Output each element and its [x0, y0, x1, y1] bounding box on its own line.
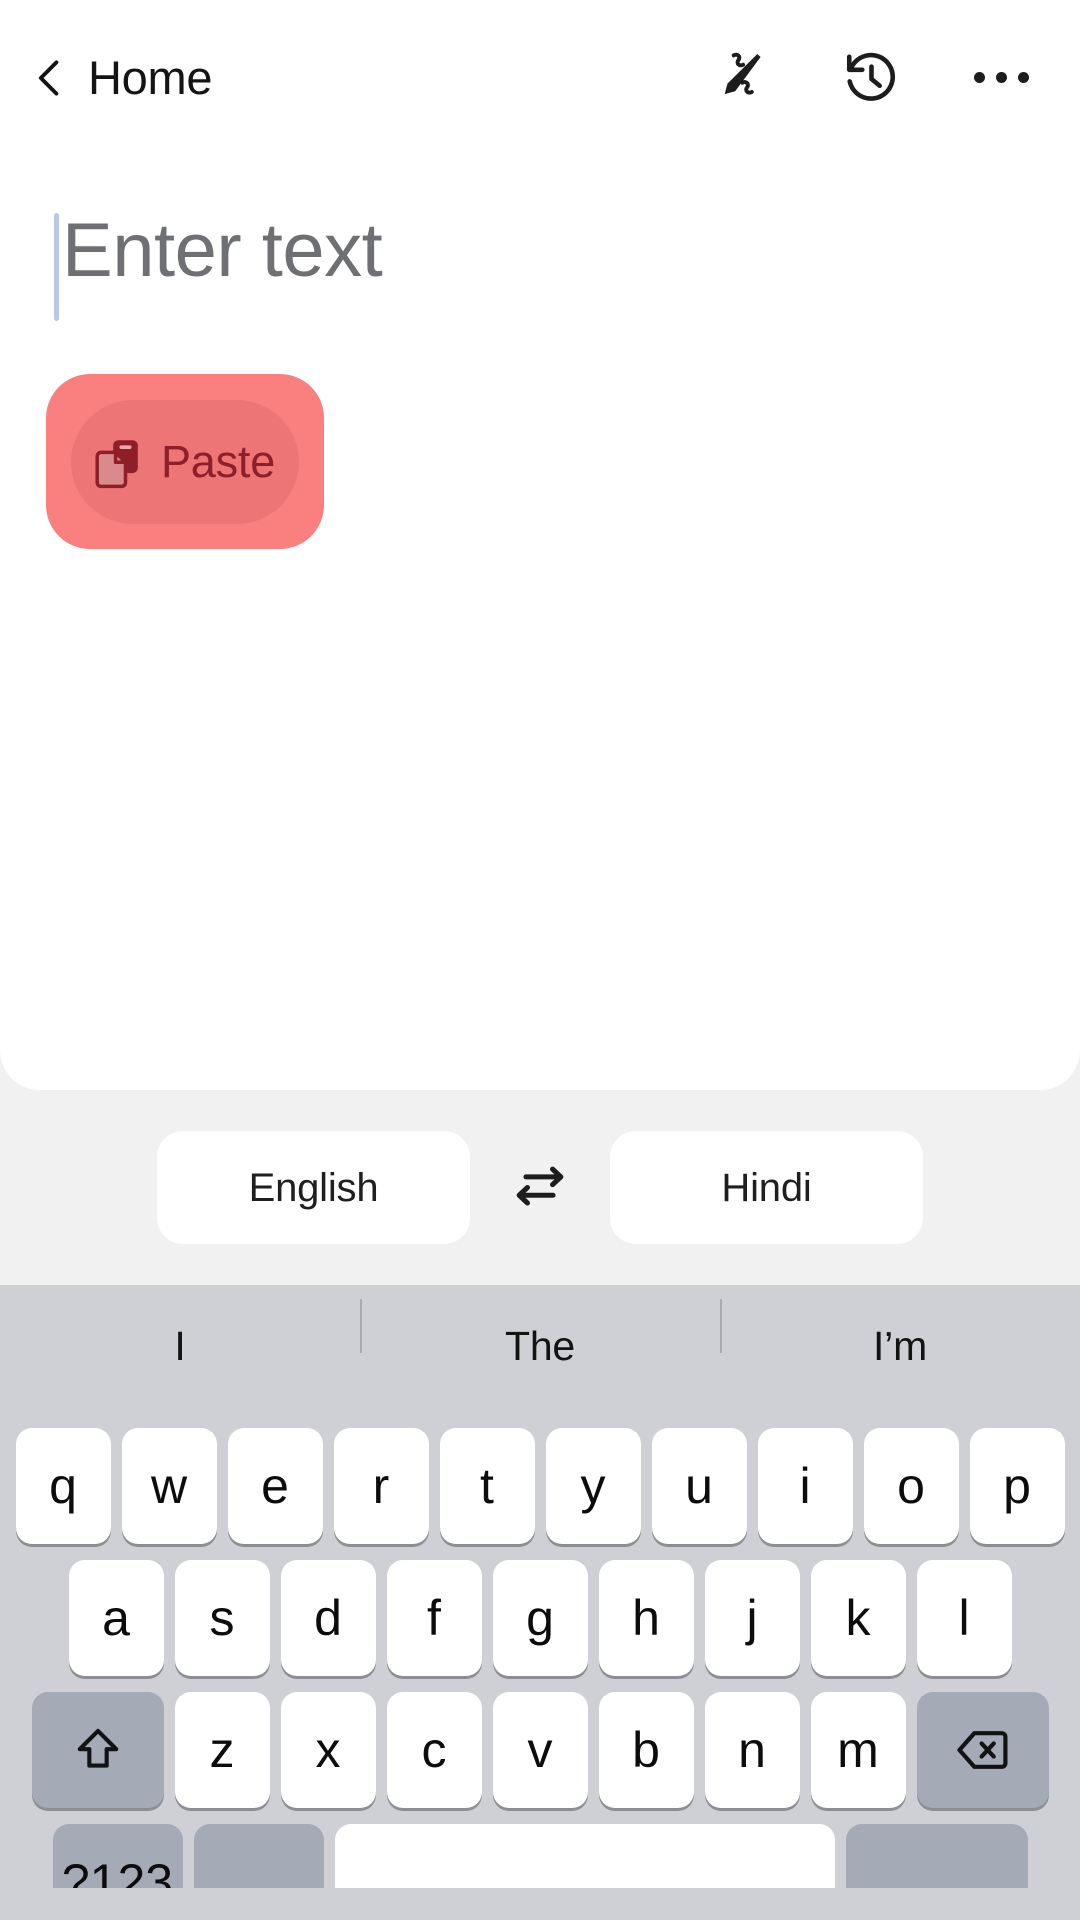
- key-v[interactable]: v: [492, 1692, 588, 1808]
- key-m[interactable]: m: [810, 1692, 906, 1808]
- key-d[interactable]: d: [280, 1560, 376, 1676]
- key-o[interactable]: o: [863, 1428, 959, 1544]
- on-screen-keyboard: I The I’m q w e r t y u i o p a s d f g …: [0, 1285, 1080, 1920]
- key-z[interactable]: z: [174, 1692, 270, 1808]
- key-f[interactable]: f: [386, 1560, 482, 1676]
- suggestion-item[interactable]: I: [0, 1326, 360, 1367]
- shift-up-arrow-icon: [77, 1728, 118, 1768]
- keyboard-row-4: ?123: [0, 1824, 1080, 1888]
- suggestion-strip: I The I’m: [0, 1285, 1080, 1408]
- text-input-area[interactable]: Enter text: [0, 155, 1080, 321]
- keyboard-row-1: q w e r t y u i o p: [0, 1428, 1080, 1544]
- paste-button-wrapper: Paste: [0, 321, 1080, 549]
- key-j[interactable]: j: [704, 1560, 800, 1676]
- translate-app-screen: Home Enter text Paste English Hindi I Th…: [0, 0, 1080, 1920]
- key-k[interactable]: k: [810, 1560, 906, 1676]
- more-options-icon: [995, 72, 1007, 83]
- app-header: Home: [0, 0, 1080, 155]
- backspace-icon: [956, 1731, 1007, 1769]
- key-l[interactable]: l: [916, 1560, 1012, 1676]
- swap-languages-button[interactable]: [470, 1131, 610, 1244]
- key-b[interactable]: b: [598, 1692, 694, 1808]
- enter-key[interactable]: [845, 1824, 1028, 1888]
- magic-wand-icon: [724, 52, 761, 95]
- key-i[interactable]: i: [757, 1428, 853, 1544]
- shift-key[interactable]: [31, 1692, 164, 1808]
- key-x[interactable]: x: [280, 1692, 376, 1808]
- header-actions: [712, 49, 1030, 107]
- backspace-key[interactable]: [916, 1692, 1049, 1808]
- paste-button[interactable]: Paste: [46, 374, 324, 549]
- key-h[interactable]: h: [598, 1560, 694, 1676]
- suggestion-item[interactable]: I’m: [720, 1299, 1080, 1367]
- key-g[interactable]: g: [492, 1560, 588, 1676]
- history-icon: [846, 52, 895, 101]
- back-button[interactable]: Home: [28, 54, 212, 101]
- magic-wand-button[interactable]: [712, 49, 770, 107]
- source-language-label: English: [248, 1165, 379, 1210]
- content-card: Home Enter text Paste: [0, 0, 1080, 1090]
- key-e[interactable]: e: [227, 1428, 323, 1544]
- space-key[interactable]: [334, 1824, 835, 1888]
- back-label: Home: [88, 51, 213, 104]
- key-a[interactable]: a: [68, 1560, 164, 1676]
- history-button[interactable]: [842, 49, 900, 107]
- key-c[interactable]: c: [386, 1692, 482, 1808]
- emoji-key[interactable]: [193, 1824, 324, 1888]
- key-u[interactable]: u: [651, 1428, 747, 1544]
- target-language-button[interactable]: Hindi: [610, 1131, 923, 1244]
- symbols-key[interactable]: ?123: [52, 1824, 183, 1888]
- chevron-left-icon: [38, 59, 59, 96]
- paste-button-inner: Paste: [71, 399, 299, 524]
- key-w[interactable]: w: [121, 1428, 217, 1544]
- target-language-label: Hindi: [721, 1165, 812, 1210]
- key-n[interactable]: n: [704, 1692, 800, 1808]
- keyboard-row-4-clip: ?123: [0, 1808, 1080, 1888]
- more-options-icon: [1017, 72, 1029, 83]
- text-input-placeholder: Enter text: [62, 208, 383, 293]
- key-y[interactable]: y: [545, 1428, 641, 1544]
- paste-icon: [95, 439, 138, 488]
- suggestion-item[interactable]: The: [360, 1299, 720, 1367]
- more-options-icon: [973, 72, 985, 83]
- key-q[interactable]: q: [15, 1428, 111, 1544]
- language-selector-bar: English Hindi: [0, 1090, 1080, 1285]
- keyboard-row-2: a s d f g h j k l: [0, 1560, 1080, 1676]
- key-r[interactable]: r: [333, 1428, 429, 1544]
- swap-arrows-icon: [516, 1166, 564, 1206]
- key-t[interactable]: t: [439, 1428, 535, 1544]
- keyboard-row-3: z x c v b n m: [0, 1692, 1080, 1808]
- key-s[interactable]: s: [174, 1560, 270, 1676]
- key-p[interactable]: p: [969, 1428, 1065, 1544]
- paste-button-label: Paste: [160, 436, 276, 487]
- text-caret: [54, 213, 59, 321]
- source-language-button[interactable]: English: [157, 1131, 470, 1244]
- more-options-button[interactable]: [972, 49, 1030, 107]
